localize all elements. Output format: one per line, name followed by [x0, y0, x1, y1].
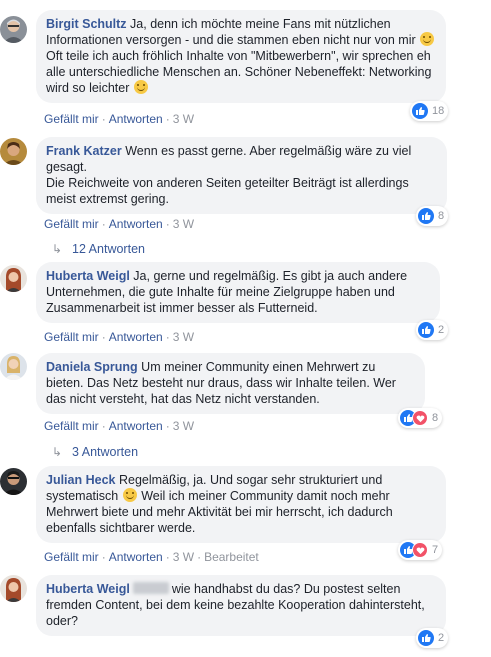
- reply-link[interactable]: Antworten: [109, 419, 163, 433]
- like-link[interactable]: Gefällt mir: [44, 419, 99, 433]
- like-reaction-icon: [412, 103, 428, 119]
- love-reaction-icon: [412, 542, 428, 558]
- comment-bubble: Huberta Weigl wie handhabst du das? Du po…: [36, 575, 446, 636]
- smile-emoji-icon: [133, 80, 148, 94]
- view-replies-link[interactable]: ↳ 3 Antworten: [52, 445, 138, 459]
- comment-bubble: Frank Katzer Wenn es passt gerne. Aber r…: [36, 137, 447, 214]
- comment-actions: Gefällt mir · Antworten · 3 W: [44, 330, 195, 344]
- like-link[interactable]: Gefällt mir: [44, 550, 99, 564]
- love-reaction-icon: [412, 410, 428, 426]
- reaction-count[interactable]: 18: [410, 101, 449, 121]
- reaction-count[interactable]: 8: [398, 408, 443, 428]
- comment-actions: Gefällt mir · Antworten · 3 W: [44, 112, 195, 126]
- reaction-count-text: 18: [432, 105, 445, 117]
- avatar[interactable]: [0, 138, 27, 165]
- comment-author[interactable]: Frank Katzer: [46, 144, 122, 158]
- smile-emoji-icon: [420, 32, 435, 46]
- timestamp[interactable]: 3 W: [173, 330, 194, 344]
- reply-link[interactable]: Antworten: [109, 330, 163, 344]
- reaction-count[interactable]: 2: [416, 320, 449, 340]
- redacted-mention: [132, 582, 169, 594]
- reply-link[interactable]: Antworten: [109, 550, 163, 564]
- comment-author[interactable]: Birgit Schultz: [46, 17, 127, 31]
- view-replies-link[interactable]: ↳ 12 Antworten: [52, 242, 145, 256]
- timestamp[interactable]: 3 W: [173, 112, 194, 126]
- avatar[interactable]: [0, 265, 27, 292]
- comment-bubble: Birgit Schultz Ja, denn ich möchte meine…: [36, 10, 446, 103]
- comment-author[interactable]: Huberta Weigl: [46, 582, 130, 596]
- avatar[interactable]: [0, 575, 27, 602]
- reply-arrow-icon: ↳: [52, 445, 63, 459]
- timestamp[interactable]: 3 W: [173, 550, 194, 564]
- timestamp[interactable]: 3 W: [173, 419, 194, 433]
- edited-label[interactable]: Bearbeitet: [204, 550, 259, 564]
- comment-text: Die Reichweite von anderen Seiten geteil…: [46, 176, 409, 206]
- reply-link[interactable]: Antworten: [109, 217, 163, 231]
- reply-link[interactable]: Antworten: [109, 112, 163, 126]
- reaction-count-text: 2: [438, 324, 445, 336]
- comment-actions: Gefällt mir · Antworten · 3 W · Bearbeitet: [44, 550, 259, 564]
- like-link[interactable]: Gefällt mir: [44, 112, 99, 126]
- reaction-count-text: 8: [438, 210, 445, 222]
- reaction-count-text: 8: [432, 412, 439, 424]
- comment-author[interactable]: Huberta Weigl: [46, 269, 130, 283]
- comment-text: Oft teile ich auch fröhlich Inhalte von …: [46, 49, 432, 95]
- like-reaction-icon: [418, 630, 434, 646]
- smile-emoji-icon: [122, 488, 137, 502]
- avatar[interactable]: [0, 353, 27, 380]
- reaction-count[interactable]: 8: [416, 206, 449, 226]
- reaction-count[interactable]: 7: [398, 540, 443, 560]
- like-reaction-icon: [418, 208, 434, 224]
- comment-actions: Gefällt mir · Antworten · 3 W: [44, 217, 195, 231]
- comment-bubble: Julian Heck Regelmäßig, ja. Und sogar se…: [36, 466, 446, 543]
- comment-author[interactable]: Julian Heck: [46, 473, 115, 487]
- timestamp[interactable]: 3 W: [173, 217, 194, 231]
- like-link[interactable]: Gefällt mir: [44, 217, 99, 231]
- reaction-count-text: 7: [432, 544, 439, 556]
- avatar[interactable]: [0, 16, 27, 43]
- like-link[interactable]: Gefällt mir: [44, 330, 99, 344]
- reply-arrow-icon: ↳: [52, 242, 63, 256]
- comment-author[interactable]: Daniela Sprung: [46, 360, 138, 374]
- like-reaction-icon: [418, 322, 434, 338]
- comment-bubble: Huberta Weigl Ja, gerne und regelmäßig. …: [36, 262, 440, 323]
- comment-bubble: Daniela Sprung Um meiner Community einen…: [36, 353, 425, 414]
- reaction-count[interactable]: 2: [416, 628, 449, 648]
- comment-actions: Gefällt mir · Antworten · 3 W: [44, 419, 195, 433]
- reaction-count-text: 2: [438, 632, 445, 644]
- avatar[interactable]: [0, 468, 27, 495]
